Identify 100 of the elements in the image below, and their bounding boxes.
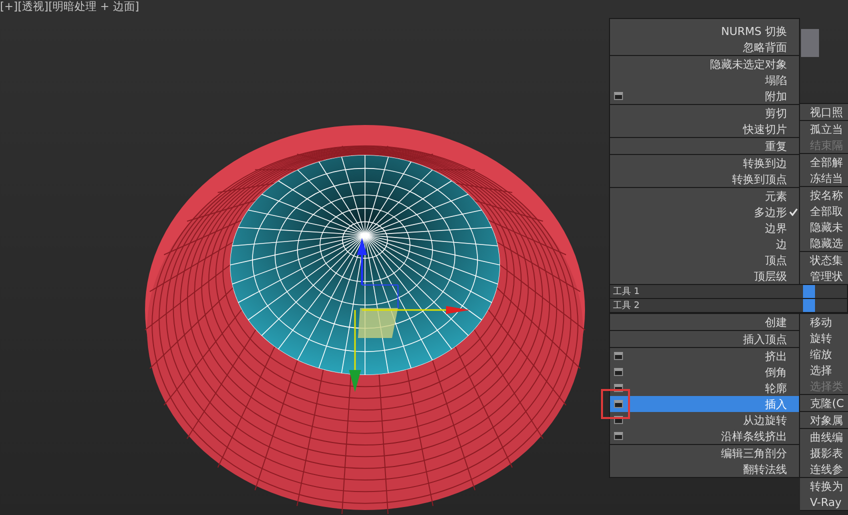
menu-item[interactable]: 克隆(C (800, 395, 848, 411)
viewcube-fragment (801, 29, 819, 57)
menu-item[interactable]: 轮廓 (610, 380, 799, 396)
menu-item[interactable]: V-Ray (800, 494, 848, 510)
menu-item[interactable]: 顶层级 (610, 268, 799, 284)
settings-icon[interactable] (614, 432, 623, 440)
menu-item[interactable]: 连线参 (800, 461, 848, 477)
menu-item-label: 编辑三角剖分 (721, 446, 787, 460)
menu-item-label: 连线参 (810, 462, 843, 476)
menu-item[interactable]: 转换为 (800, 478, 848, 494)
menu-item-label: 创建 (765, 314, 787, 330)
menu-item-label: 多边形 (754, 204, 787, 220)
menu-item[interactable]: 快速切片 (610, 121, 799, 137)
menu-item[interactable]: 孤立当 (800, 121, 848, 137)
menu-item-label: 隐藏未选定对象 (710, 56, 787, 72)
menu-item-label: 快速切片 (743, 122, 787, 136)
menu-item-label: 缩放 (810, 346, 832, 362)
menu-item-label: 全部解 (810, 154, 843, 170)
menu-item-label: 转换到边 (743, 156, 787, 170)
menu-item-label: 冻结当 (810, 170, 843, 186)
menu-item[interactable]: 塌陷 (610, 72, 799, 88)
menu-item-label: 隐藏选 (810, 236, 843, 250)
menu-item[interactable]: 重复 (610, 138, 799, 154)
menu-item-label: 忽略背面 (743, 40, 787, 54)
menu-item[interactable]: 冻结当 (800, 170, 848, 186)
menu-item[interactable]: 按名称 (800, 187, 848, 203)
settings-icon[interactable] (614, 92, 623, 100)
quad-header-label: 工具 2 (613, 300, 640, 312)
menu-item[interactable]: 插入顶点 (610, 331, 799, 347)
menu-item[interactable]: 转换到边 (610, 155, 799, 171)
menu-item-label: 剪切 (765, 106, 787, 120)
menu-item-label: 插入 (765, 396, 787, 412)
menu-item[interactable]: 选择 (800, 362, 848, 378)
settings-icon[interactable] (614, 352, 623, 360)
menu-item[interactable]: 旋转 (800, 330, 848, 346)
menu-item-label: 附加 (765, 88, 787, 104)
menu-item[interactable]: 边界 (610, 220, 799, 236)
menu-item[interactable]: 沿样条线挤出 (610, 428, 799, 444)
menu-item-label: 翻转法线 (743, 462, 787, 476)
menu-item[interactable]: 从边旋转 (610, 412, 799, 428)
menu-item-label: 沿样条线挤出 (721, 428, 787, 444)
menu-item-label: 顶层级 (754, 268, 787, 284)
settings-icon[interactable] (614, 368, 623, 376)
menu-item[interactable]: 隐藏未选定对象 (610, 56, 799, 72)
menu-item[interactable]: NURMS 切换 (610, 23, 799, 39)
menu-item[interactable]: 挤出 (610, 348, 799, 364)
menu-item[interactable]: 视口照 (800, 104, 848, 120)
menu-item-label: 摄影表 (810, 446, 843, 460)
menu-item-label: 顶点 (765, 252, 787, 268)
menu-item-label: 移动 (810, 314, 832, 330)
quad-marker[interactable] (803, 285, 815, 298)
menu-item[interactable]: 倒角 (610, 364, 799, 380)
menu-item[interactable]: 转换到顶点 (610, 171, 799, 187)
menu-item-label: 边 (776, 236, 787, 252)
menu-item-label: 旋转 (810, 330, 832, 346)
menu-item-label: 轮廓 (765, 380, 787, 396)
viewport-label[interactable]: [+][透视][明暗处理 + 边面] (0, 0, 140, 13)
menu-item[interactable]: 对象属 (800, 412, 848, 428)
menu-item-label: 按名称 (810, 188, 843, 202)
menu-item-label: 元素 (765, 188, 787, 204)
menu-item[interactable]: 元素 (610, 188, 799, 204)
menu-item[interactable]: 隐藏未 (800, 219, 848, 235)
menu-item[interactable]: 附加 (610, 88, 799, 104)
menu-item-label: 曲线编 (810, 430, 843, 444)
menu-item[interactable]: 编辑三角剖分 (610, 445, 799, 461)
menu-item[interactable]: 顶点 (610, 252, 799, 268)
menu-item-label: 倒角 (765, 364, 787, 380)
menu-item-label: 全部取 (810, 204, 843, 218)
menu-item-label: 对象属 (810, 412, 843, 428)
menu-item-label: 管理状 (810, 268, 843, 284)
menu-item-label: 隐藏未 (810, 220, 843, 234)
menu-item[interactable]: 全部取 (800, 203, 848, 219)
menu-item-label: 塌陷 (765, 72, 787, 88)
menu-item[interactable]: 多边形 (610, 204, 799, 220)
menu-item-label: 边界 (765, 220, 787, 236)
menu-item[interactable]: 移动 (800, 314, 848, 330)
menu-item[interactable]: 插入 (610, 396, 799, 412)
quad-marker[interactable] (803, 299, 815, 312)
menu-item-label: 挤出 (765, 348, 787, 364)
menu-item[interactable]: 曲线编 (800, 429, 848, 445)
menu-item[interactable]: 剪切 (610, 105, 799, 121)
menu-item-label: 转换到顶点 (732, 172, 787, 186)
menu-item[interactable]: 缩放 (800, 346, 848, 362)
menu-item[interactable]: 隐藏选 (800, 235, 848, 251)
settings-icon[interactable] (614, 400, 623, 408)
menu-item[interactable]: 状态集 (800, 252, 848, 268)
menu-item-label: 克隆(C (810, 396, 844, 410)
menu-item[interactable]: 管理状 (800, 268, 848, 284)
menu-item[interactable]: 忽略背面 (610, 39, 799, 55)
menu-item-label: 从边旋转 (743, 412, 787, 428)
menu-item-label: 孤立当 (810, 122, 843, 136)
menu-item[interactable]: 翻转法线 (610, 461, 799, 477)
menu-item-label: 转换为 (810, 478, 843, 494)
menu-item[interactable]: 全部解 (800, 154, 848, 170)
menu-item[interactable]: 摄影表 (800, 445, 848, 461)
menu-item[interactable]: 边 (610, 236, 799, 252)
menu-item-label: 插入顶点 (743, 332, 787, 346)
menu-item-label: 状态集 (810, 252, 843, 268)
menu-item[interactable]: 创建 (610, 314, 799, 330)
menu-item-label: V-Ray (810, 496, 842, 508)
